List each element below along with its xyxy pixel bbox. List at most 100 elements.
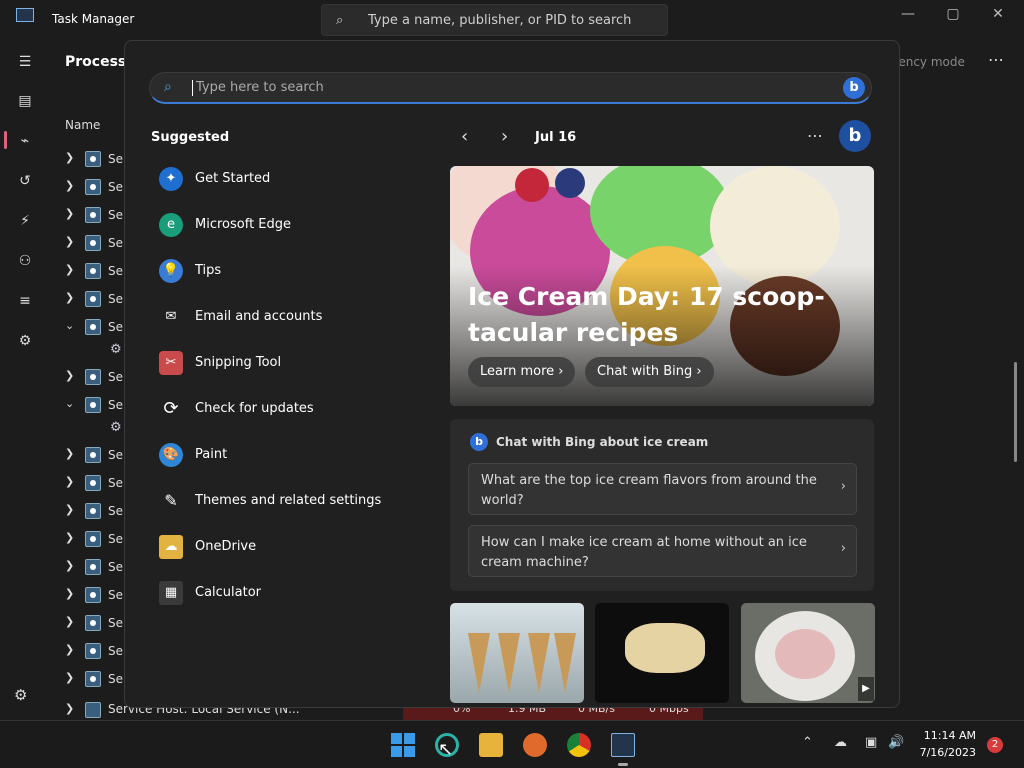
onedrive-tray-icon[interactable]: ☁ (834, 735, 847, 750)
app-history-icon[interactable]: ↺ (14, 170, 36, 192)
network-icon[interactable]: ▣ (865, 735, 877, 750)
suggested-item-label: Get Started (195, 171, 271, 186)
file-explorer-icon[interactable] (479, 733, 503, 757)
clock-time[interactable]: 11:14 AM (920, 729, 976, 742)
maximize-button[interactable]: ▢ (938, 6, 968, 24)
service-gear-icon (85, 587, 101, 603)
chevron-down-icon[interactable]: ⌄ (65, 397, 74, 410)
panel-search-input[interactable]: ⌕ Type here to search b (149, 72, 872, 104)
service-gear-icon (85, 397, 101, 413)
chevron-right-icon[interactable]: ❯ (65, 263, 74, 276)
suggested-item-edge[interactable]: e Microsoft Edge (159, 210, 399, 240)
process-search-input[interactable]: ⌕ Type a name, publisher, or PID to sear… (321, 4, 668, 36)
chevron-right-icon[interactable]: ❯ (65, 291, 74, 304)
chevron-right-icon[interactable]: ❯ (65, 235, 74, 248)
service-gear-icon (85, 235, 101, 251)
chevron-up-icon[interactable]: ⌃ (802, 735, 813, 750)
chat-question-text: How can I make ice cream at home without… (481, 535, 807, 570)
bing-chat-icon[interactable]: b (843, 77, 865, 99)
chevron-right-icon[interactable]: ❯ (65, 447, 74, 460)
start-button[interactable] (391, 733, 415, 757)
learn-more-label: Learn more (480, 364, 555, 379)
service-gear-icon (85, 151, 101, 167)
chrome-icon[interactable] (567, 733, 591, 757)
more-options-icon[interactable]: ⋯ (807, 126, 823, 145)
chevron-right-icon[interactable]: › (501, 126, 508, 147)
suggested-item-label: Calculator (195, 585, 262, 600)
hamburger-menu-icon[interactable]: ☰ (14, 51, 36, 73)
chevron-right-icon[interactable]: ❯ (65, 643, 74, 656)
performance-icon[interactable]: ⌁ (14, 130, 36, 152)
chevron-right-icon[interactable]: ❯ (65, 207, 74, 220)
task-manager-taskbar-icon[interactable] (611, 733, 635, 757)
chevron-left-icon[interactable]: ‹ (461, 126, 468, 147)
chat-question-button[interactable]: What are the top ice cream flavors from … (468, 463, 857, 515)
chevron-right-icon[interactable]: ❯ (65, 475, 74, 488)
chevron-right-icon: › (840, 479, 846, 494)
suggested-item-email[interactable]: ✉ Email and accounts (159, 302, 399, 332)
suggested-item-tips[interactable]: 💡 Tips (159, 256, 399, 286)
chevron-right-icon[interactable]: ❯ (65, 151, 74, 164)
service-gear-icon (85, 615, 101, 631)
scrollbar[interactable] (1014, 362, 1017, 462)
calculator-icon: ▦ (159, 581, 183, 605)
suggested-item-check-updates[interactable]: ⟳ Check for updates (159, 394, 399, 424)
efficiency-mode-button[interactable]: iency mode (895, 55, 965, 69)
chat-card-title: Chat with Bing about ice cream (496, 435, 709, 449)
chevron-right-icon[interactable]: ❯ (65, 559, 74, 572)
ice-cream-bowl-thumbnail[interactable] (741, 603, 875, 703)
chevron-right-icon[interactable]: ▶ (858, 677, 874, 701)
text-caret (192, 80, 193, 96)
suggested-item-themes[interactable]: ✎ Themes and related settings (159, 486, 399, 516)
users-icon[interactable]: ⚇ (14, 250, 36, 272)
settings-gear-icon[interactable]: ⚙ (14, 686, 27, 704)
minimize-button[interactable]: — (893, 6, 923, 24)
suggested-item-onedrive[interactable]: ☁ OneDrive (159, 532, 399, 562)
notification-badge[interactable]: 2 (987, 737, 1003, 753)
bing-chat-card: b Chat with Bing about ice cream What ar… (450, 419, 874, 591)
suggested-item-get-started[interactable]: ✦ Get Started (159, 164, 399, 194)
chevron-right-icon: › (840, 541, 846, 556)
chat-with-bing-button[interactable]: Chat with Bing › (585, 357, 714, 387)
clock-date[interactable]: 7/16/2023 (914, 746, 976, 759)
chevron-right-icon[interactable]: ❯ (65, 531, 74, 544)
mouse-cursor-icon: ↖ (438, 739, 454, 760)
service-gear-icon (85, 531, 101, 547)
service-gear-icon (85, 702, 101, 718)
service-gear-icon (85, 179, 101, 195)
learn-more-button[interactable]: Learn more › (468, 357, 576, 387)
suggested-item-paint[interactable]: 🎨 Paint (159, 440, 399, 470)
more-options-icon[interactable]: ⋯ (988, 50, 1004, 69)
startup-apps-icon[interactable]: ⚡ (14, 210, 36, 232)
chevron-right-icon[interactable]: ❯ (65, 179, 74, 192)
chevron-right-icon[interactable]: ❯ (65, 369, 74, 382)
hero-card[interactable]: Ice Cream Day: 17 scoop-tacular recipes … (450, 166, 874, 406)
details-icon[interactable]: ≡ (14, 290, 36, 312)
service-gear-icon (85, 319, 101, 335)
windows-logo-icon (404, 733, 415, 744)
service-gear-icon (85, 559, 101, 575)
hero-title[interactable]: Ice Cream Day: 17 scoop-tacular recipes (468, 279, 828, 351)
chevron-right-icon[interactable]: ❯ (65, 671, 74, 684)
chevron-right-icon[interactable]: ❯ (65, 615, 74, 628)
chevron-right-icon[interactable]: ❯ (65, 702, 74, 715)
chat-question-button[interactable]: How can I make ice cream at home without… (468, 525, 857, 577)
ice-cream-blob (625, 623, 705, 673)
tips-icon: 💡 (159, 259, 183, 283)
processes-icon[interactable]: ▤ (14, 90, 36, 112)
bing-logo-icon[interactable]: b (839, 120, 871, 152)
suggested-item-snipping-tool[interactable]: ✂ Snipping Tool (159, 348, 399, 378)
ice-cream-spoon-thumbnail[interactable] (595, 603, 729, 703)
chevron-right-icon[interactable]: ❯ (65, 503, 74, 516)
service-gear-icon (85, 447, 101, 463)
chevron-down-icon[interactable]: ⌄ (65, 319, 74, 332)
services-icon[interactable]: ⚙ (14, 330, 36, 352)
chevron-right-icon[interactable]: ❯ (65, 587, 74, 600)
ice-cream-cones-thumbnail[interactable] (450, 603, 584, 703)
close-button[interactable]: ✕ (983, 6, 1013, 24)
blueberry (555, 168, 585, 198)
volume-icon[interactable]: 🔊 (888, 735, 904, 750)
suggested-item-calculator[interactable]: ▦ Calculator (159, 578, 399, 608)
firefox-icon[interactable] (523, 733, 547, 757)
name-column-header[interactable]: Name (65, 118, 100, 132)
